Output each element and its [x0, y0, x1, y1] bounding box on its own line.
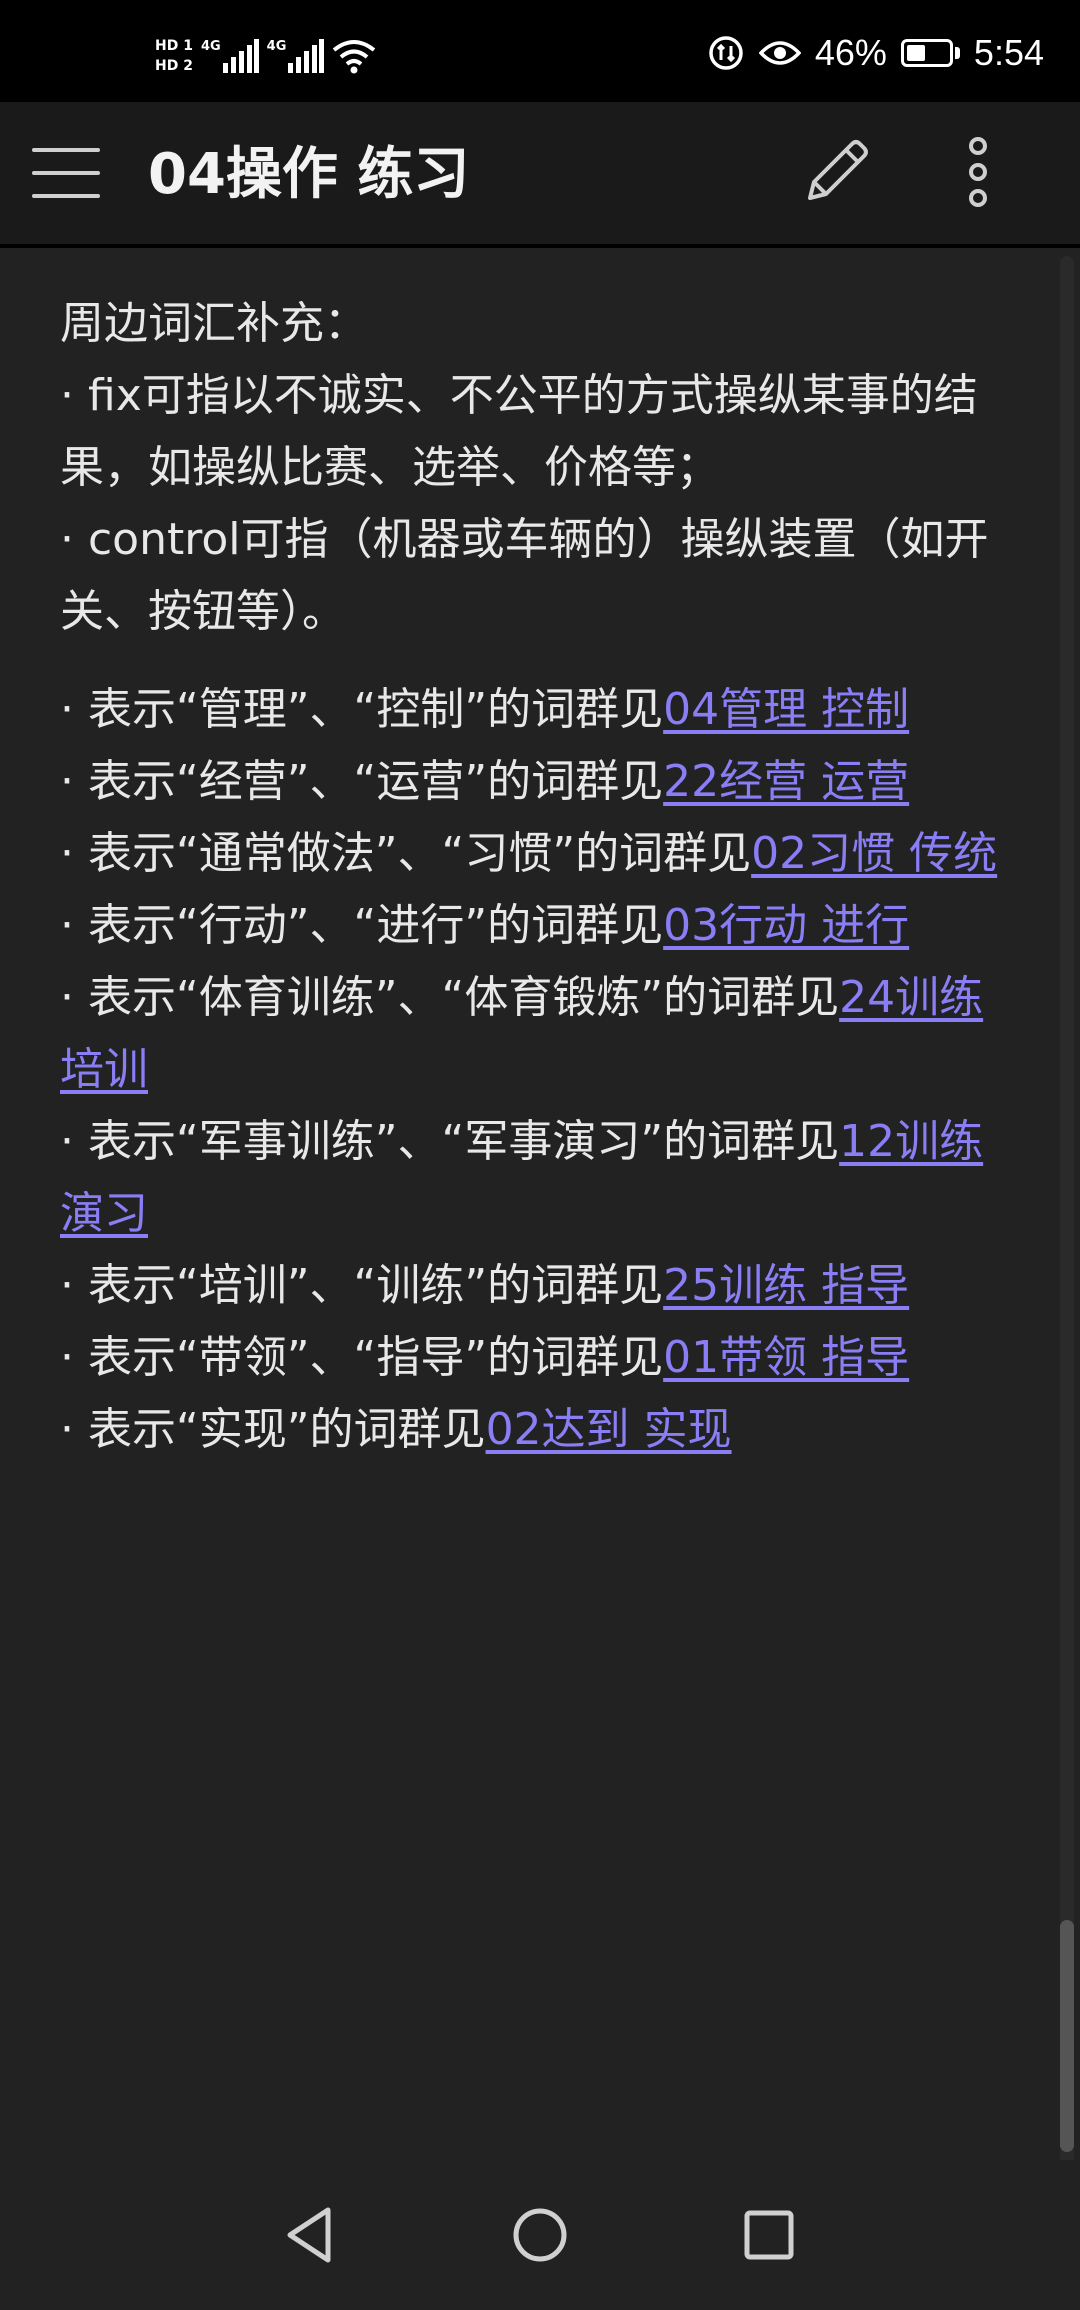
link-line: · 表示“军事训练”、“军事演习”的词群见12训练 演习	[60, 1106, 1000, 1250]
link-line: · 表示“培训”、“训练”的词群见25训练 指导	[60, 1250, 1000, 1322]
link-line: · 表示“经营”、“运营”的词群见22经营 运营	[60, 746, 1000, 818]
word-group-link[interactable]: 25训练 指导	[663, 1260, 909, 1311]
more-options-button[interactable]	[958, 136, 998, 208]
back-button[interactable]	[278, 2202, 344, 2268]
pencil-icon	[808, 140, 868, 200]
sim1-badge: HD 1	[155, 38, 193, 54]
link-line: · 表示“通常做法”、“习惯”的词群见02习惯 传统	[60, 818, 1000, 890]
sim2-label: HD 2	[155, 58, 193, 74]
link-line-prefix: · 表示“通常做法”、“习惯”的词群见	[60, 828, 752, 879]
sim1-label: HD 1	[155, 38, 193, 54]
status-bar: HD 1 HD 2 4G 4G 46% 5:54	[0, 0, 1080, 102]
link-line-prefix: · 表示“体育训练”、“体育锻炼”的词群见	[60, 972, 840, 1023]
home-circle-icon	[513, 2208, 567, 2262]
more-vertical-icon	[969, 137, 987, 207]
link-line-prefix: · 表示“培训”、“训练”的词群见	[60, 1260, 664, 1311]
link-line: · 表示“带领”、“指导”的词群见01带领 指导	[60, 1322, 1000, 1394]
link-line-prefix: · 表示“经营”、“运营”的词群见	[60, 756, 664, 807]
link-line-prefix: · 表示“带领”、“指导”的词群见	[60, 1332, 664, 1383]
recents-square-icon	[744, 2210, 794, 2260]
status-right: 46% 5:54	[707, 28, 1044, 78]
edit-button[interactable]	[800, 136, 872, 208]
note-item: · control可指（机器或车辆的）操纵装置（如开关、按钮等）。	[60, 514, 989, 637]
word-group-link[interactable]: 04管理 控制	[663, 684, 909, 735]
network2-label: 4G	[266, 39, 287, 54]
link-line: · 表示“体育训练”、“体育锻炼”的词群见24训练 培训	[60, 962, 1000, 1106]
network1-label: 4G	[200, 39, 221, 54]
eye-comfort-icon	[758, 41, 801, 65]
sim2-badge: HD 2	[155, 58, 193, 74]
page-title: 04操作 练习	[148, 142, 470, 207]
signal-icon: 4G	[267, 39, 325, 73]
hamburger-menu-button[interactable]	[32, 144, 100, 202]
hamburger-menu-icon	[32, 148, 100, 198]
word-group-link[interactable]: 02习惯 传统	[751, 828, 997, 879]
back-triangle-icon	[287, 2207, 331, 2263]
link-line-prefix: · 表示“军事训练”、“军事演习”的词群见	[60, 1116, 840, 1167]
battery-fill	[906, 45, 925, 61]
note-content[interactable]: 周边词汇补充： · fix可指以不诚实、不公平的方式操纵某事的结果，如操纵比赛、…	[0, 248, 1080, 2160]
link-line-prefix: · 表示“行动”、“进行”的词群见	[60, 900, 664, 951]
word-group-link[interactable]: 22经营 运营	[663, 756, 909, 807]
link-line-prefix: · 表示“实现”的词群见	[60, 1404, 486, 1455]
link-line: · 表示“行动”、“进行”的词群见03行动 进行	[60, 890, 1000, 962]
link-line: · 表示“管理”、“控制”的词群见04管理 控制	[60, 674, 1000, 746]
battery-icon	[900, 39, 960, 67]
signal-icon: 4G	[201, 39, 259, 73]
link-line-prefix: · 表示“管理”、“控制”的词群见	[60, 684, 664, 735]
note-item: · fix可指以不诚实、不公平的方式操纵某事的结果，如操纵比赛、选举、价格等；	[60, 370, 978, 493]
word-group-link[interactable]: 03行动 进行	[663, 900, 909, 951]
word-group-link[interactable]: 01带领 指导	[663, 1332, 909, 1383]
wifi-icon	[333, 40, 376, 74]
home-button[interactable]	[507, 2202, 573, 2268]
data-saver-icon	[709, 36, 743, 70]
note-body[interactable]: 周边词汇补充： · fix可指以不诚实、不公平的方式操纵某事的结果，如操纵比赛、…	[60, 288, 1000, 1466]
status-left: HD 1 HD 2 4G 4G	[155, 26, 376, 86]
recents-button[interactable]	[736, 2202, 802, 2268]
app-bar: 04操作 练习	[0, 102, 1080, 248]
word-group-link[interactable]: 02达到 实现	[486, 1404, 732, 1455]
note-intro: 周边词汇补充：	[60, 298, 368, 349]
system-nav-bar	[0, 2160, 1080, 2310]
link-line: · 表示“实现”的词群见02达到 实现	[60, 1394, 1000, 1466]
battery-percent: 46%	[814, 32, 887, 73]
scrollbar-track[interactable]	[1060, 256, 1074, 2196]
clock: 5:54	[973, 32, 1044, 73]
scrollbar-thumb[interactable]	[1060, 1920, 1074, 2152]
sim-indicators: HD 1 HD 2	[155, 38, 193, 74]
